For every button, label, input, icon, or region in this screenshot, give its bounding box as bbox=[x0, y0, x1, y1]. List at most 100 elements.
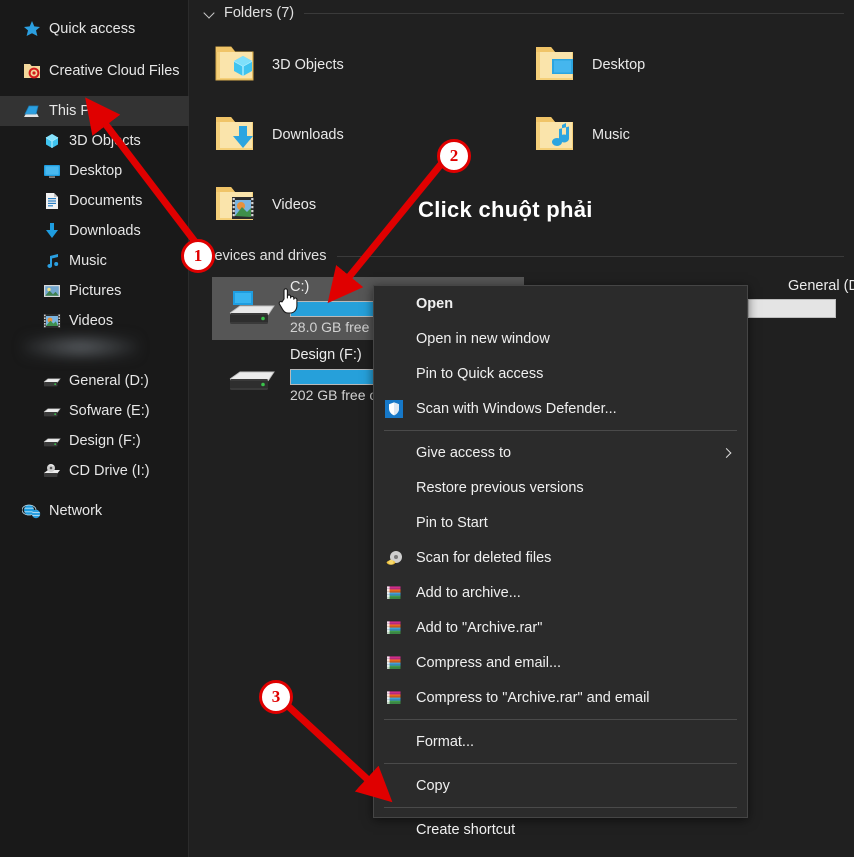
folder-item[interactable]: Downloads bbox=[210, 108, 344, 162]
drive-icon bbox=[42, 431, 62, 451]
menu-item-scan-with-windows-defender[interactable]: Scan with Windows Defender... bbox=[374, 391, 747, 426]
sidebar-item-label: CD Drive (I:) bbox=[69, 464, 150, 479]
creative-cloud-icon bbox=[22, 61, 42, 81]
drive-name: Design (F:) bbox=[290, 347, 362, 363]
defender-shield-icon bbox=[385, 400, 403, 418]
sidebar-item-documents[interactable]: Documents bbox=[0, 186, 189, 216]
folder-label: Downloads bbox=[272, 127, 344, 143]
menu-separator bbox=[384, 430, 737, 431]
sidebar-item-this-pc[interactable]: This PC bbox=[0, 96, 189, 126]
header-rule bbox=[337, 256, 845, 257]
menu-item-label: Pin to Quick access bbox=[416, 366, 543, 382]
menu-item-pin-to-start[interactable]: Pin to Start bbox=[374, 505, 747, 540]
annotation-badge-2: 2 bbox=[437, 139, 471, 173]
folder-item[interactable]: Music bbox=[530, 108, 630, 162]
menu-item-label: Create shortcut bbox=[416, 822, 515, 838]
drives-group-header[interactable]: Devices and drives bbox=[204, 248, 844, 264]
menu-separator bbox=[384, 763, 737, 764]
menu-item-copy[interactable]: Copy bbox=[374, 768, 747, 803]
menu-item-rename[interactable]: Rename bbox=[374, 847, 747, 857]
hand-cursor-icon bbox=[277, 286, 299, 314]
recovery-disk-icon bbox=[385, 549, 403, 567]
folder-item[interactable]: Videos bbox=[210, 178, 316, 232]
folder-music-icon bbox=[530, 108, 580, 162]
sidebar-item-label: Design (F:) bbox=[69, 434, 141, 449]
menu-item-add-to-archive[interactable]: Add to archive... bbox=[374, 575, 747, 610]
menu-item-open[interactable]: Open bbox=[374, 286, 747, 321]
sidebar-item-label: 3D Objects bbox=[69, 134, 141, 149]
sidebar-item-creative-cloud-files[interactable]: Creative Cloud Files bbox=[0, 56, 189, 86]
sidebar-item-quick-access[interactable]: Quick access bbox=[0, 14, 189, 44]
sidebar-item-design-f[interactable]: Design (F:) bbox=[0, 426, 189, 456]
music-icon bbox=[42, 251, 62, 271]
folder-item[interactable]: Desktop bbox=[530, 38, 645, 92]
menu-item-give-access-to[interactable]: Give access to bbox=[374, 435, 747, 470]
menu-item-open-in-new-window[interactable]: Open in new window bbox=[374, 321, 747, 356]
menu-item-compress-and-email[interactable]: Compress and email... bbox=[374, 645, 747, 680]
menu-item-label: Restore previous versions bbox=[416, 480, 584, 496]
chevron-down-icon[interactable] bbox=[204, 7, 216, 19]
menu-item-label: Scan with Windows Defender... bbox=[416, 401, 617, 417]
context-menu: Open Open in new window Pin to Quick acces… bbox=[373, 285, 748, 818]
menu-item-restore-previous-versions[interactable]: Restore previous versions bbox=[374, 470, 747, 505]
menu-item-pin-to-quick-access[interactable]: Pin to Quick access bbox=[374, 356, 747, 391]
folder-desktop-icon bbox=[530, 38, 580, 92]
drive-usage-bar-partial bbox=[748, 299, 836, 318]
sidebar-item-3d-objects[interactable]: 3D Objects bbox=[0, 126, 189, 156]
folder-label: 3D Objects bbox=[272, 57, 344, 73]
cd-drive-icon bbox=[42, 461, 62, 481]
menu-item-compress-to-archive-rar-and-email[interactable]: Compress to "Archive.rar" and email bbox=[374, 680, 747, 715]
videos-icon bbox=[42, 311, 62, 331]
drives-group-label: Devices and drives bbox=[204, 248, 327, 264]
sidebar-item-label: This PC bbox=[49, 104, 101, 119]
sidebar-item-label: Creative Cloud Files bbox=[49, 64, 180, 79]
sidebar-item-pictures[interactable]: Pictures bbox=[0, 276, 189, 306]
menu-item-format[interactable]: Format... bbox=[374, 724, 747, 759]
sidebar-item-network[interactable]: Network bbox=[0, 496, 189, 526]
sidebar-item-downloads[interactable]: Downloads bbox=[0, 216, 189, 246]
sidebar-item-desktop[interactable]: Desktop bbox=[0, 156, 189, 186]
folder-item[interactable]: 3D Objects bbox=[210, 38, 344, 92]
windows-drive-icon bbox=[226, 289, 282, 331]
network-icon bbox=[22, 501, 42, 521]
3d-objects-icon bbox=[42, 131, 62, 151]
folder-3d-objects-icon bbox=[210, 38, 260, 92]
sidebar-item-general-d[interactable]: General (D:) bbox=[0, 366, 189, 396]
folders-group-label: Folders (7) bbox=[224, 5, 294, 21]
menu-item-label: Open in new window bbox=[416, 331, 550, 347]
drive-icon bbox=[226, 357, 282, 399]
header-rule bbox=[304, 13, 844, 14]
drive-free-space: 202 GB free o bbox=[290, 387, 377, 403]
folders-group-header[interactable]: Folders (7) bbox=[204, 5, 844, 21]
drive-label-partial: General (D:) bbox=[788, 278, 854, 294]
menu-item-label: Scan for deleted files bbox=[416, 550, 551, 566]
winrar-icon bbox=[385, 689, 403, 707]
folder-downloads-icon bbox=[210, 108, 260, 162]
menu-item-create-shortcut[interactable]: Create shortcut bbox=[374, 812, 747, 847]
folder-label: Desktop bbox=[592, 57, 645, 73]
menu-item-scan-for-deleted-files[interactable]: Scan for deleted files bbox=[374, 540, 747, 575]
menu-item-label: Give access to bbox=[416, 445, 511, 461]
sidebar-item-videos[interactable]: Videos bbox=[0, 306, 189, 336]
menu-separator bbox=[384, 719, 737, 720]
sidebar-item-label: Music bbox=[69, 254, 107, 269]
sidebar-item-label: General (D:) bbox=[69, 374, 149, 389]
sidebar-item-label: Pictures bbox=[69, 284, 121, 299]
winrar-icon bbox=[385, 619, 403, 637]
drive-icon bbox=[42, 401, 62, 421]
folder-label: Music bbox=[592, 127, 630, 143]
pictures-icon bbox=[42, 281, 62, 301]
this-pc-icon bbox=[22, 101, 42, 121]
sidebar-item-label: Quick access bbox=[49, 22, 135, 37]
menu-item-label: Format... bbox=[416, 734, 474, 750]
winrar-icon bbox=[385, 584, 403, 602]
sidebar-item-music[interactable]: Music bbox=[0, 246, 189, 276]
sidebar-item-cd-drive-i[interactable]: CD Drive (I:) bbox=[0, 456, 189, 486]
menu-item-add-to-archive-rar[interactable]: Add to "Archive.rar" bbox=[374, 610, 747, 645]
navigation-sidebar: Quick access Creative Cloud Files This PC 3… bbox=[0, 0, 189, 857]
redacted-sidebar-item bbox=[21, 333, 140, 361]
sidebar-item-sofware-e[interactable]: Sofware (E:) bbox=[0, 396, 189, 426]
sidebar-item-label: Network bbox=[49, 504, 102, 519]
star-icon bbox=[22, 19, 42, 39]
menu-item-label: Compress to "Archive.rar" and email bbox=[416, 690, 650, 706]
